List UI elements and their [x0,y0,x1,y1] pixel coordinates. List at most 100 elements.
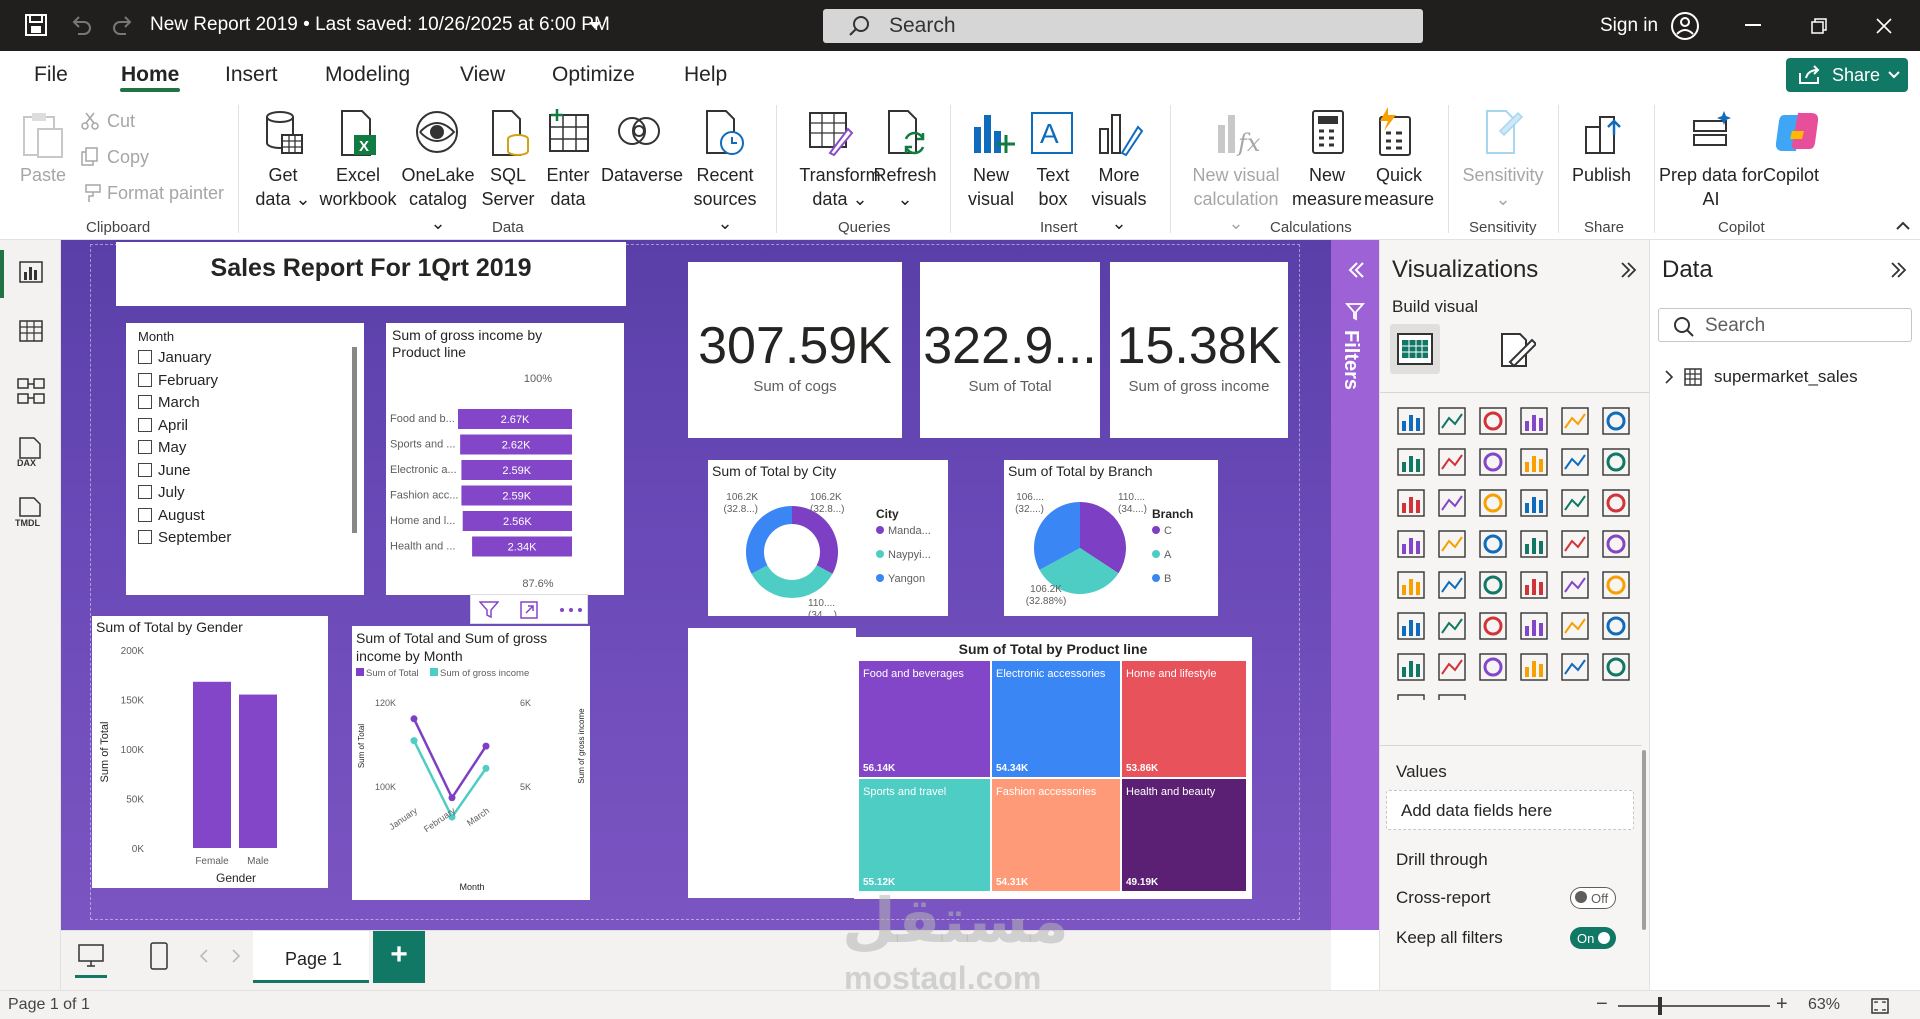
slicer-item-april[interactable]: April [138,417,188,434]
checkbox[interactable] [138,462,152,477]
sensitivity-button[interactable]: Sensitivity ⌄ [1458,163,1548,211]
visual-type-icon[interactable] [1602,571,1630,599]
quick-measure-button[interactable]: Quick measure [1364,163,1434,211]
treemap-card[interactable]: Sum of Total by Product line Food and be… [854,637,1252,899]
minimize-icon[interactable] [1745,24,1765,28]
new-measure-button[interactable]: New measure [1292,163,1362,211]
slicer-item-march[interactable]: March [138,394,200,411]
visual-type-icon[interactable] [1397,448,1425,476]
menu-modeling[interactable]: Modeling [325,63,410,87]
collapse-pane-icon[interactable] [1888,260,1908,280]
format-visual-icon[interactable] [1496,332,1536,370]
visual-type-icon[interactable] [1561,571,1589,599]
refresh-dropdown[interactable]: ⌄ [872,187,938,211]
dax-query-view-icon[interactable]: DAX [14,436,46,468]
desktop-layout-icon[interactable] [77,943,105,969]
zoom-slider-thumb[interactable] [1658,997,1662,1015]
visual-type-icon[interactable] [1520,407,1548,435]
title-card[interactable]: Sales Report For 1Qrt 2019 [116,242,626,306]
legend-item[interactable]: Sum of gross income [440,668,529,679]
slicer-item-august[interactable]: August [138,507,205,524]
redo-icon[interactable] [112,14,134,36]
legend-item[interactable]: Sum of Total [366,668,419,679]
slice[interactable] [746,506,792,574]
share-button[interactable]: Share [1786,58,1908,92]
visual-type-icon[interactable] [1479,489,1507,517]
menu-insert[interactable]: Insert [225,63,278,87]
visual-type-icon[interactable] [1397,612,1425,640]
menu-optimize[interactable]: Optimize [552,63,635,87]
visual-type-icon[interactable] [1438,653,1466,681]
checkbox[interactable] [138,395,152,409]
gross-income-bar-card[interactable]: Sum of gross income by Product line 100%… [386,323,624,595]
next-page-icon[interactable] [231,949,241,963]
checkbox[interactable] [138,417,152,432]
slice[interactable] [792,506,838,574]
slicer-item-february[interactable]: February [138,372,218,389]
slice[interactable] [751,565,833,598]
visual-type-icon[interactable] [1479,571,1507,599]
visual-type-icon[interactable] [1561,653,1589,681]
checkbox[interactable] [138,372,152,387]
legend-item[interactable]: Yangon [888,573,925,585]
save-icon[interactable] [24,13,48,37]
add-page-button[interactable]: + [373,931,425,983]
refresh-button[interactable]: Refresh ⌄ [872,163,938,211]
legend-item[interactable]: B [1164,573,1171,585]
visual-type-icon[interactable] [1397,653,1425,681]
report-view-icon[interactable] [18,258,44,284]
filter-icon[interactable] [479,601,499,619]
visual-type-icon[interactable] [1397,571,1425,599]
bar[interactable] [239,694,277,848]
get-data-button[interactable]: Get data ⌄ [255,163,311,211]
slicer-item-may[interactable]: May [138,439,186,456]
close-icon[interactable] [1875,17,1895,37]
visual-type-icon[interactable] [1520,612,1548,640]
paste-button[interactable]: Paste [20,163,66,187]
visual-type-icon[interactable] [1397,407,1425,435]
menu-file[interactable]: File [34,63,68,87]
bar[interactable] [193,681,231,848]
chevron-down-icon[interactable] [588,21,602,31]
slicer-scrollbar[interactable] [352,347,357,533]
data-point[interactable] [410,715,418,723]
menu-help[interactable]: Help [684,63,727,87]
city-donut-card[interactable]: Sum of Total by City 106.2K (32.8...) 106.… [708,460,948,616]
visual-type-icon[interactable] [1602,448,1630,476]
zoom-slider-track[interactable] [1618,1005,1770,1007]
month-slicer[interactable]: Month January February March April May June Ju… [126,323,364,595]
visual-type-icon[interactable] [1561,612,1589,640]
visual-type-icon[interactable] [1561,448,1589,476]
visual-type-icon[interactable] [1438,530,1466,558]
legend-item[interactable]: C [1164,525,1172,537]
checkbox[interactable] [138,507,152,522]
page-tab-1[interactable]: Page 1 [253,931,369,983]
visual-type-icon[interactable] [1520,571,1548,599]
visual-type-icon[interactable] [1438,489,1466,517]
model-view-icon[interactable] [16,376,46,406]
onelake-catalog-button[interactable]: OneLake catalog ⌄ [400,163,476,235]
visual-type-icon[interactable] [1479,653,1507,681]
collapse-ribbon-icon[interactable] [1896,221,1910,231]
slicer-item-july[interactable]: July [138,484,185,501]
table-supermarket-sales[interactable]: supermarket_sales [1658,364,1912,392]
filters-pane-collapsed[interactable]: Filters [1331,240,1379,930]
visual-type-icon[interactable] [1561,530,1589,558]
build-visual-tab[interactable] [1390,324,1440,374]
visual-type-icon[interactable] [1520,448,1548,476]
account-icon[interactable] [1670,11,1700,41]
legend-item[interactable]: Manda... [888,525,931,537]
kpi-card-total[interactable]: 322.9... Sum of Total [920,262,1100,438]
cross-report-toggle[interactable]: Off [1570,887,1616,909]
visual-type-icon[interactable] [1602,489,1630,517]
visual-type-icon[interactable] [1438,448,1466,476]
visual-type-icon[interactable] [1438,612,1466,640]
visual-type-icon[interactable] [1438,407,1466,435]
visual-type-icon[interactable] [1520,530,1548,558]
visual-type-icon[interactable] [1397,489,1425,517]
visual-type-icon[interactable] [1602,612,1630,640]
text-box-button[interactable]: Text box [1026,163,1080,211]
visual-type-icon[interactable] [1438,694,1466,700]
legend-item[interactable]: A [1164,549,1172,561]
format-painter-button[interactable]: Format painter [107,183,224,204]
